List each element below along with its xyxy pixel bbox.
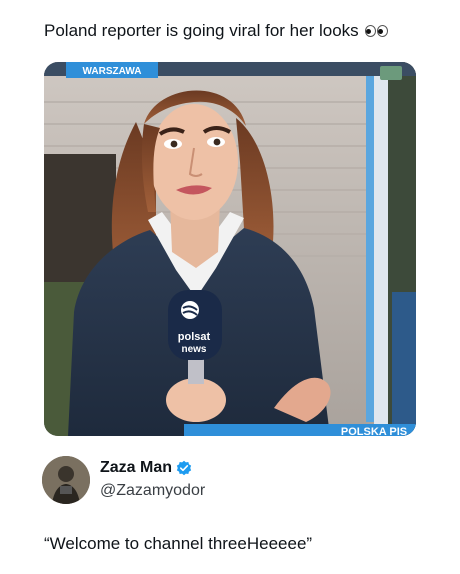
author-block[interactable]: Zaza Man @Zazamyodor xyxy=(42,456,205,504)
post-caption: Poland reporter is going viral for her l… xyxy=(44,20,388,42)
reply-text: “Welcome to channel threeHeeeee” xyxy=(44,534,313,553)
mic-brand-line1: polsat xyxy=(178,331,211,343)
reporter-photo: WARSZAWA polsat news POLSKA PIS xyxy=(44,62,416,436)
ticker-text: POLSKA PIS xyxy=(341,426,407,436)
location-bug: WARSZAWA xyxy=(83,66,142,77)
mic-brand-line2: news xyxy=(181,344,206,355)
eyes-emoji-icon xyxy=(364,25,388,37)
author-handle[interactable]: @Zazamyodor xyxy=(100,480,205,502)
verified-badge-icon xyxy=(176,460,192,476)
post-caption-text: Poland reporter is going viral for her l… xyxy=(44,21,359,40)
avatar[interactable] xyxy=(42,456,90,504)
author-name[interactable]: Zaza Man xyxy=(100,458,172,478)
post-media-image[interactable]: WARSZAWA polsat news POLSKA PIS xyxy=(44,62,416,436)
